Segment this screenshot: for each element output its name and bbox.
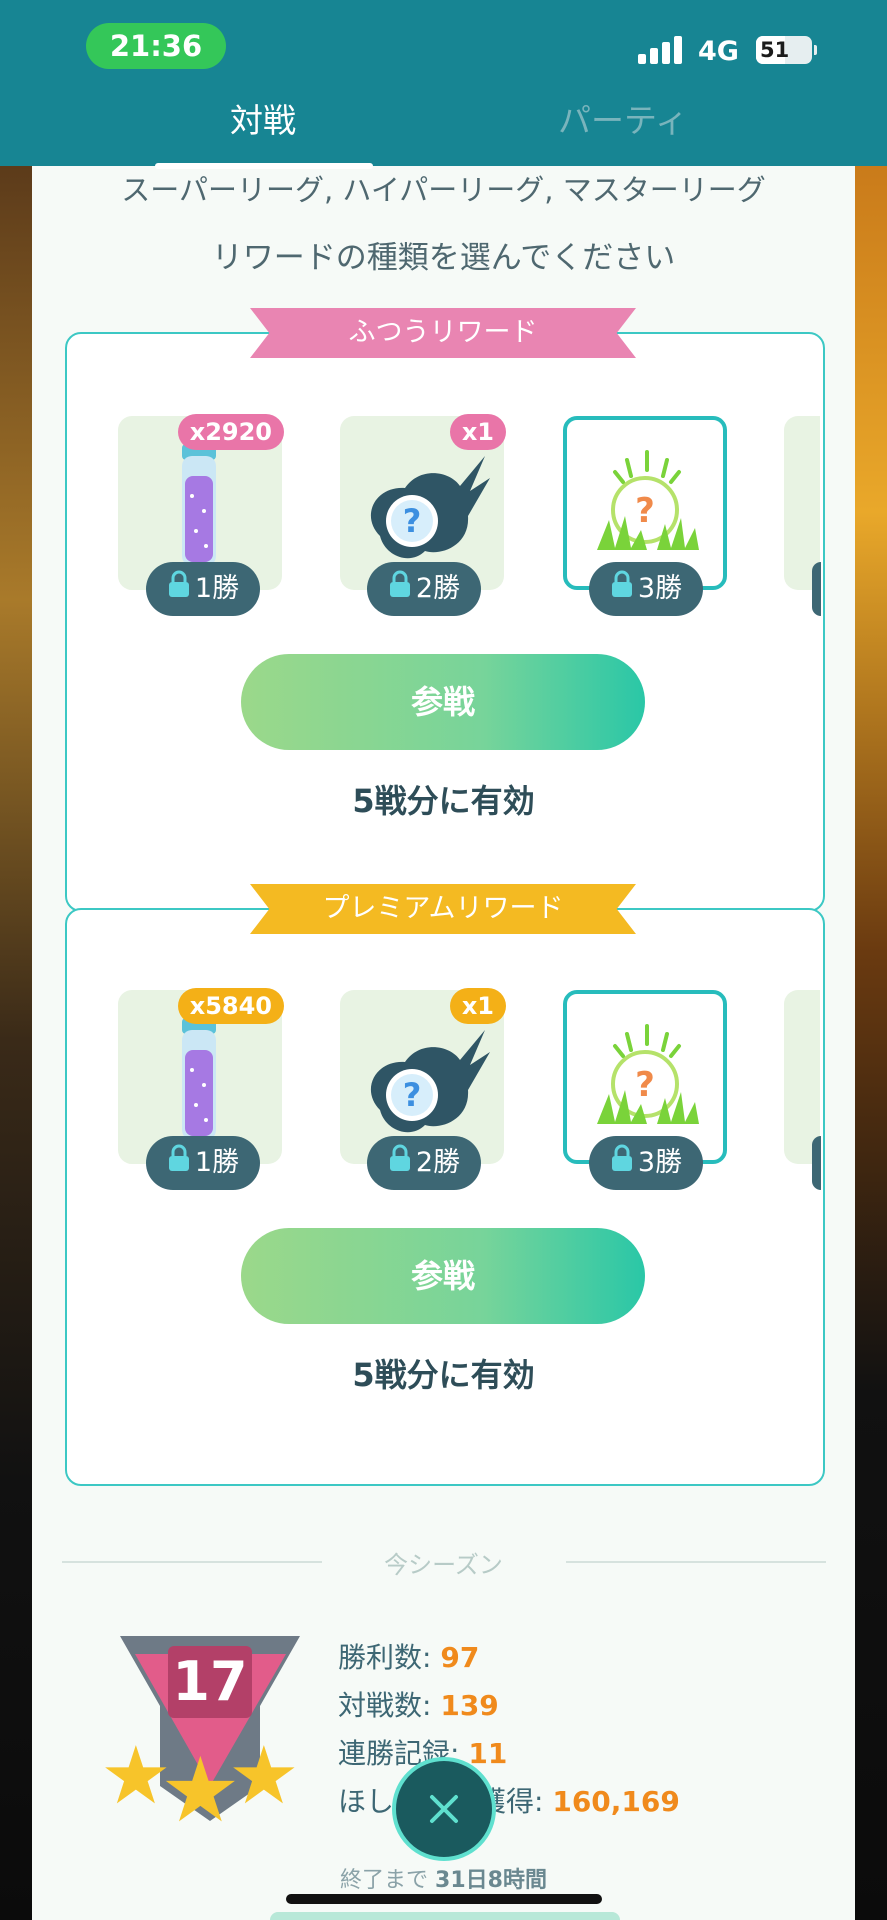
rank-number: 17	[172, 1650, 248, 1713]
close-button[interactable]	[392, 1757, 496, 1861]
win-requirement-2: 2勝	[367, 1136, 481, 1190]
next-button-edge	[270, 1912, 620, 1920]
stat-wins: 勝利数: 97	[338, 1641, 480, 1674]
close-icon	[430, 1795, 458, 1823]
instruction-text: リワードの種類を選んでください	[211, 240, 676, 276]
lock-icon	[167, 563, 191, 617]
rank-badge: 17 ★ ★ ★	[100, 1636, 320, 1836]
background-left	[0, 160, 32, 1920]
win-pill-partial	[812, 562, 821, 616]
lock-icon	[610, 1137, 634, 1191]
reward-quantity: x1	[449, 414, 506, 450]
season-end-text: 終了まで 31日8時間	[340, 1868, 547, 1893]
lock-icon	[610, 563, 634, 617]
premium-reward-title: プレミアムリワード	[250, 884, 636, 934]
validity-text-normal: 5戦分に有効	[352, 782, 535, 820]
win-pill-partial	[812, 1136, 821, 1190]
validity-text-premium: 5戦分に有効	[352, 1356, 535, 1394]
win-requirement-2: 2勝	[367, 562, 481, 616]
win-requirement-1: 1勝	[146, 562, 260, 616]
tab-party[interactable]: パーティ	[558, 94, 688, 142]
star-icons: ★ ★ ★	[100, 1736, 320, 1836]
svg-text:?: ?	[403, 502, 422, 540]
reward-quantity: x5840	[177, 988, 284, 1024]
svg-text:?: ?	[635, 491, 655, 531]
active-tab-indicator	[155, 163, 373, 169]
lock-icon	[388, 1137, 412, 1191]
win-requirement-1: 1勝	[146, 1136, 260, 1190]
normal-reward-title: ふつうリワード	[250, 308, 636, 358]
home-indicator	[286, 1894, 602, 1904]
join-button-normal[interactable]: 参戦	[241, 654, 645, 750]
stat-stardust-earned: ほしのすな獲得: 160,169	[338, 1785, 680, 1818]
network-label: 4G	[698, 36, 739, 67]
svg-text:?: ?	[403, 1076, 422, 1114]
reward-quantity: x2920	[177, 414, 284, 450]
stat-battles: 対戦数: 139	[338, 1689, 499, 1722]
background-right	[855, 160, 887, 1920]
star-icon: ★	[228, 1729, 300, 1822]
svg-text:?: ?	[635, 1065, 655, 1105]
status-time: 21:36	[86, 23, 226, 69]
lock-icon	[388, 563, 412, 617]
lock-icon	[167, 1137, 191, 1191]
win-requirement-3: 3勝	[589, 562, 703, 616]
join-button-premium[interactable]: 参戦	[241, 1228, 645, 1324]
win-requirement-3: 3勝	[589, 1136, 703, 1190]
top-bar: 21:36 4G 51 対戦 パーティ	[0, 0, 887, 169]
tab-battle[interactable]: 対戦	[230, 94, 296, 142]
battery-icon: 51	[756, 36, 817, 64]
season-label: 今シーズン	[384, 1551, 503, 1579]
league-list: スーパーリーグ, ハイパーリーグ, マスターリーグ	[121, 173, 766, 207]
reward-quantity: x1	[449, 988, 506, 1024]
